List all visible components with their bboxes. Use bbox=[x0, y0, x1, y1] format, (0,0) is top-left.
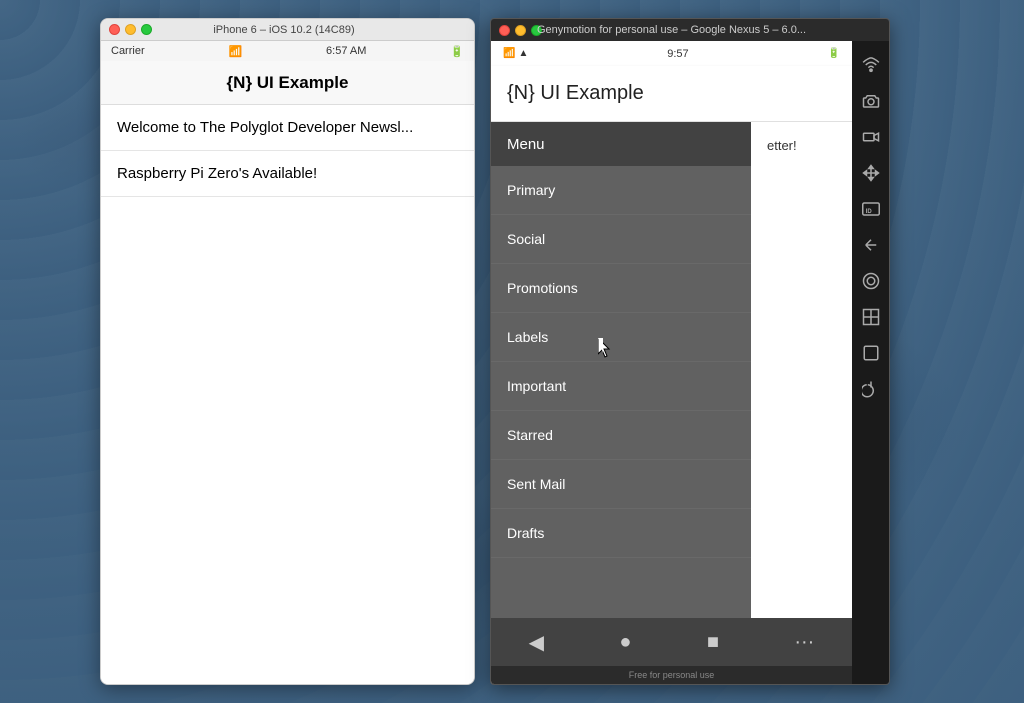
ios-status-bar: Carrier 📶 6:57 AM 🔋 bbox=[101, 41, 474, 61]
id-sidebar-icon[interactable]: ID bbox=[855, 193, 887, 225]
camera-sidebar-icon[interactable] bbox=[855, 85, 887, 117]
ios-titlebar: iPhone 6 – iOS 10.2 (14C89) bbox=[101, 19, 474, 41]
drawer-item-social[interactable]: Social bbox=[491, 215, 761, 264]
ios-app-title: {N} UI Example bbox=[227, 73, 349, 93]
drawer-item-promotions[interactable]: Promotions bbox=[491, 264, 761, 313]
partial-content-text: etter! bbox=[767, 138, 797, 153]
drawer-item-starred[interactable]: Starred bbox=[491, 411, 761, 460]
android-battery-icon: 🔋 bbox=[828, 48, 840, 59]
android-time: 9:57 bbox=[667, 48, 688, 60]
home-nav-button[interactable]: ● bbox=[611, 623, 639, 662]
recents-nav-button[interactable]: ■ bbox=[699, 623, 727, 662]
more-nav-button[interactable]: ··· bbox=[786, 623, 822, 662]
ios-wifi-icon: 📶 bbox=[228, 45, 242, 58]
android-nav-bar: ◀ ● ■ ··· bbox=[491, 618, 852, 666]
genymotion-label-text: Free for personal use bbox=[629, 670, 715, 680]
drawer-item-important[interactable]: Important bbox=[491, 362, 761, 411]
drawer-header: Menu bbox=[491, 122, 761, 166]
android-app-title: {N} UI Example bbox=[507, 82, 644, 105]
android-main-content: etter! bbox=[751, 122, 852, 618]
drawer-item-primary[interactable]: Primary bbox=[491, 166, 761, 215]
desktop: iPhone 6 – iOS 10.2 (14C89) Carrier 📶 6:… bbox=[0, 0, 1024, 703]
svg-text:ID: ID bbox=[865, 209, 872, 215]
ios-nav-bar: {N} UI Example bbox=[101, 61, 474, 105]
signal-icon: ▲ bbox=[518, 48, 528, 59]
android-screen: 📶 ▲ 9:57 🔋 {N} UI Example Menu bbox=[491, 41, 852, 684]
genymotion-label: Free for personal use bbox=[491, 666, 852, 684]
ios-carrier: Carrier bbox=[111, 45, 145, 57]
wifi-sidebar-icon[interactable] bbox=[855, 49, 887, 81]
drawer-item-labels[interactable]: Labels bbox=[491, 313, 761, 362]
android-content-area: Menu Primary Social Promotions Labels Im… bbox=[491, 122, 852, 618]
power-sidebar-icon[interactable] bbox=[855, 373, 887, 405]
android-titlebar: Genymotion for personal use – Google Nex… bbox=[491, 19, 889, 41]
wifi-signal-icon: 📶 bbox=[503, 48, 515, 59]
ios-titlebar-title: iPhone 6 – iOS 10.2 (14C89) bbox=[102, 24, 466, 36]
drawer-item-drafts[interactable]: Drafts bbox=[491, 509, 761, 558]
genymotion-sidebar: ID bbox=[852, 41, 889, 684]
square-sidebar-icon[interactable] bbox=[855, 337, 887, 369]
android-simulator: Genymotion for personal use – Google Nex… bbox=[490, 18, 890, 685]
drawer-item-sent[interactable]: Sent Mail bbox=[491, 460, 761, 509]
status-left-icons: 📶 ▲ bbox=[503, 48, 528, 59]
android-app-bar: {N} UI Example bbox=[491, 66, 852, 122]
drawer-header-title: Menu bbox=[507, 136, 545, 153]
ios-content: Welcome to The Polyglot Developer Newsl.… bbox=[101, 105, 474, 684]
android-titlebar-title: Genymotion for personal use – Google Nex… bbox=[490, 24, 881, 36]
ios-battery-icon: 🔋 bbox=[450, 45, 464, 58]
home-sidebar-icon[interactable] bbox=[855, 265, 887, 297]
android-drawer: Menu Primary Social Promotions Labels Im… bbox=[491, 122, 761, 618]
apps-sidebar-icon[interactable] bbox=[855, 301, 887, 333]
ios-simulator: iPhone 6 – iOS 10.2 (14C89) Carrier 📶 6:… bbox=[100, 18, 475, 685]
ios-time: 6:57 AM bbox=[326, 45, 366, 57]
status-right-icons: 🔋 bbox=[828, 48, 840, 59]
ios-list-item-2[interactable]: Raspberry Pi Zero's Available! bbox=[101, 151, 474, 197]
android-status-bar: 📶 ▲ 9:57 🔋 bbox=[491, 41, 852, 66]
android-device: 📶 ▲ 9:57 🔋 {N} UI Example Menu bbox=[491, 41, 889, 684]
move-sidebar-icon[interactable] bbox=[855, 157, 887, 189]
ios-list-item-1[interactable]: Welcome to The Polyglot Developer Newsl.… bbox=[101, 105, 474, 151]
back-nav-button[interactable]: ◀ bbox=[521, 622, 552, 663]
video-sidebar-icon[interactable] bbox=[855, 121, 887, 153]
back-sidebar-icon[interactable] bbox=[855, 229, 887, 261]
